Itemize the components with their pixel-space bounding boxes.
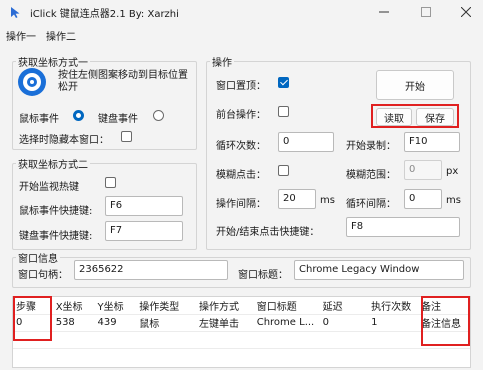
loop-interval-label: 循环间隔： bbox=[346, 199, 396, 210]
topmost-checkbox[interactable] bbox=[278, 77, 289, 88]
loop-interval-input[interactable]: 0 bbox=[404, 189, 442, 209]
mouse-event-label: 鼠标事件 bbox=[19, 114, 59, 125]
window-title: iClick 键鼠连点器2.1 By: Xarzhi bbox=[30, 9, 179, 20]
loop-count-input[interactable]: 0 bbox=[278, 132, 334, 152]
mouse-hotkey-label: 鼠标事件快捷键: bbox=[19, 206, 93, 217]
interval-unit: ms bbox=[320, 195, 335, 206]
maximize-icon bbox=[421, 7, 431, 17]
interval-input[interactable]: 20 bbox=[278, 189, 316, 209]
window-title-input[interactable]: Chrome Legacy Window bbox=[294, 260, 464, 280]
minimize-icon bbox=[379, 11, 389, 13]
fuzzy-range-input[interactable]: 0 bbox=[404, 160, 442, 180]
fuzzy-range-label: 模糊范围： bbox=[346, 170, 396, 181]
topmost-label: 窗口置顶： bbox=[216, 81, 266, 92]
group-legend: 操作 bbox=[212, 58, 232, 69]
maximize-button[interactable] bbox=[413, 2, 439, 22]
start-record-label: 开始录制： bbox=[346, 141, 396, 152]
highlight-box-step bbox=[13, 296, 52, 341]
table-row-empty bbox=[13, 331, 470, 349]
crosshair-target-icon[interactable] bbox=[16, 66, 48, 98]
column-header[interactable]: 操作类型 bbox=[136, 297, 196, 315]
fuzzy-click-checkbox[interactable] bbox=[278, 165, 289, 176]
minimize-button[interactable] bbox=[371, 2, 397, 22]
fuzzy-click-label: 模糊点击： bbox=[216, 170, 266, 181]
steps-table[interactable]: 步骤 X坐标 Y坐标 操作类型 操作方式 窗口标题 延迟 执行次数 备注 0 5… bbox=[12, 296, 471, 368]
table-cell: 439 bbox=[94, 314, 137, 332]
start-stop-hotkey-label: 开始/结束点击快捷键： bbox=[216, 227, 320, 238]
foreground-label: 前台操作： bbox=[216, 110, 266, 121]
start-stop-hotkey-input[interactable]: F8 bbox=[346, 217, 460, 237]
column-header[interactable]: Y坐标 bbox=[94, 297, 137, 315]
highlight-box-note bbox=[421, 296, 470, 346]
group-legend: 窗口信息 bbox=[18, 254, 58, 265]
table-header-row: 步骤 X坐标 Y坐标 操作类型 操作方式 窗口标题 延迟 执行次数 备注 bbox=[13, 297, 470, 315]
window-handle-label: 窗口句柄： bbox=[18, 270, 68, 281]
keyboard-event-radio[interactable] bbox=[153, 110, 164, 121]
mouse-hotkey-input[interactable]: F6 bbox=[105, 196, 183, 216]
menu-operation-one[interactable]: 操作一 bbox=[6, 28, 36, 43]
hide-window-label: 选择时隐藏本窗口： bbox=[19, 135, 109, 146]
column-header[interactable]: 操作方式 bbox=[195, 297, 254, 315]
drag-hint-text: 按住左侧图案移动到目标位置松开 bbox=[58, 70, 188, 93]
keyboard-hotkey-input[interactable]: F7 bbox=[105, 221, 183, 241]
mouse-event-radio[interactable] bbox=[73, 110, 84, 121]
close-button[interactable] bbox=[453, 2, 479, 22]
menu-bar: 操作一 操作二 bbox=[0, 26, 483, 44]
table-cell: 538 bbox=[52, 314, 95, 332]
window-title-label: 窗口标题： bbox=[238, 270, 288, 281]
hide-window-checkbox[interactable] bbox=[121, 131, 132, 142]
start-monitor-checkbox[interactable] bbox=[105, 177, 116, 188]
start-button[interactable]: 开始 bbox=[376, 70, 454, 100]
table-row[interactable]: 0 538 439 鼠标 左键单击 Chrome L... 0 1 备注信息 bbox=[13, 314, 470, 332]
table-cell: Chrome L... bbox=[253, 314, 320, 332]
keyboard-event-label: 键盘事件 bbox=[98, 114, 138, 125]
fuzzy-range-unit: px bbox=[446, 166, 459, 177]
column-header[interactable]: 执行次数 bbox=[368, 297, 419, 315]
keyboard-hotkey-label: 键盘事件快捷键: bbox=[19, 231, 93, 242]
column-header[interactable]: X坐标 bbox=[52, 297, 95, 315]
table-cell: 左键单击 bbox=[195, 314, 254, 332]
loop-interval-unit: ms bbox=[446, 195, 461, 206]
foreground-checkbox[interactable] bbox=[278, 106, 289, 117]
table-cell: 1 bbox=[368, 314, 419, 332]
start-record-input[interactable]: F10 bbox=[404, 132, 460, 152]
column-header[interactable]: 延迟 bbox=[319, 297, 369, 315]
table-cell: 0 bbox=[319, 314, 369, 332]
cursor-icon bbox=[11, 7, 20, 18]
start-monitor-label: 开始监视热键 bbox=[19, 182, 79, 193]
column-header[interactable]: 窗口标题 bbox=[253, 297, 320, 315]
interval-label: 操作间隔： bbox=[216, 199, 266, 210]
loop-count-label: 循环次数： bbox=[216, 141, 266, 152]
menu-operation-two[interactable]: 操作二 bbox=[46, 28, 76, 43]
window-handle-input[interactable]: 2365622 bbox=[74, 260, 228, 280]
highlight-box-read-save bbox=[371, 104, 459, 128]
close-icon bbox=[461, 7, 471, 17]
group-legend: 获取坐标方式二 bbox=[18, 160, 88, 171]
table-cell: 鼠标 bbox=[136, 314, 196, 332]
title-bar: iClick 键鼠连点器2.1 By: Xarzhi bbox=[0, 0, 483, 26]
